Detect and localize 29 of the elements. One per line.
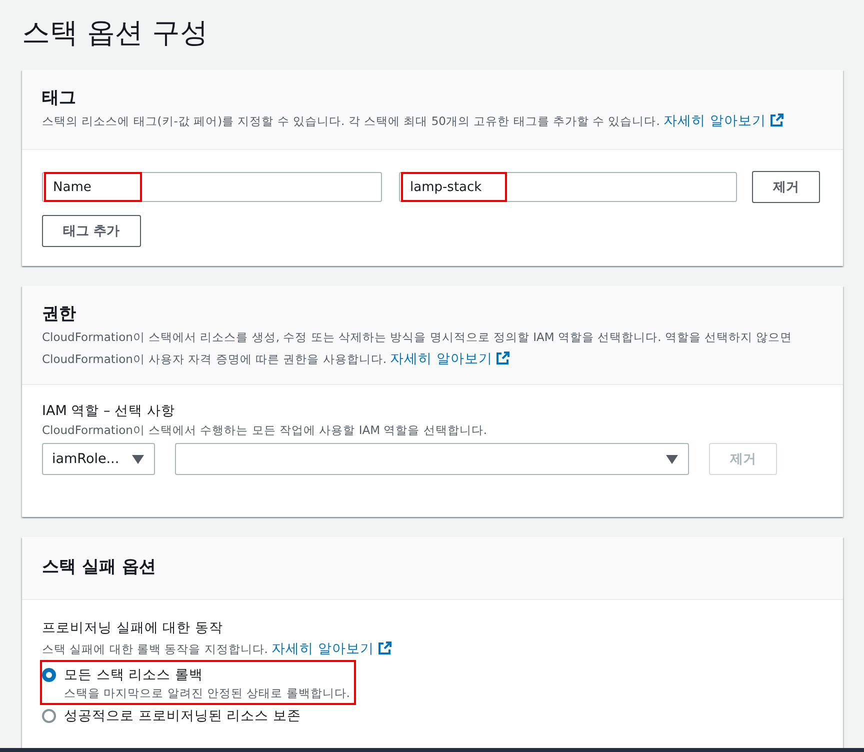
option-label: 성공적으로 프로비저닝된 리소스 보존 — [64, 707, 301, 726]
remove-button[interactable]: 제거 — [752, 171, 820, 203]
external-link-icon — [770, 113, 784, 127]
section-description: CloudFormation이 스택에서 리소스를 생성, 수정 또는 삭제하는 방식을 명시적으로 정의할 IAM 역할을 선택합니다. 역할을 선택하지 않으면 CloudFormation이 사용자 자격 증명에 따른 권한을 사용합니다. 자세히 알아보기 — [42, 329, 794, 369]
learn-more-link[interactable]: 자세히 알아보기 — [664, 113, 784, 129]
learn-more-link[interactable]: 자세히 알아보기 — [272, 641, 392, 657]
section-description: 스택의 리소스에 태그(키-값 페어)를 지정할 수 있습니다. 각 스택에 최대 50개의 고유한 태그를 추가할 수 있습니다. 자세히 알아보기 — [42, 110, 823, 132]
add-tag-button[interactable]: 태그 추가 — [42, 215, 141, 247]
radio-button[interactable] — [42, 709, 56, 723]
role-type-dropdown[interactable]: iamRole... — [42, 443, 155, 475]
external-link-icon — [496, 351, 510, 365]
option-label: 모든 스택 리소스 롤백 — [64, 666, 204, 685]
tag-value-field[interactable]: lamp-stack — [399, 172, 737, 202]
field-description: CloudFormation이 스택에서 수행하는 모든 작업에 사용할 IAM 역할을 선택합니다. — [42, 422, 488, 439]
radio-button[interactable] — [42, 668, 56, 682]
field-label: IAM 역할 – 선택 사항 — [42, 402, 176, 421]
learn-more-link[interactable]: 자세히 알아보기 — [390, 351, 510, 367]
caret-icon — [666, 454, 678, 464]
role-dropdown[interactable] — [175, 443, 689, 475]
field-label: 프로비저닝 실패에 대한 동작 — [42, 619, 224, 638]
tag-key-field[interactable]: Name — [42, 172, 382, 202]
section-title: 권한 — [42, 303, 77, 326]
caret-icon — [132, 454, 144, 464]
section-title: 스택 실패 옵션 — [42, 556, 157, 579]
page-title: 스택 옵션 구성 — [22, 15, 209, 51]
section-title: 태그 — [42, 87, 77, 110]
external-link-icon — [378, 641, 392, 655]
field-description: 스택 실패에 대한 롤백 동작을 지정합니다. 자세히 알아보기 — [42, 638, 823, 660]
option-description: 스택을 마지막으로 알려진 안정된 상태로 롤백합니다. — [64, 685, 350, 701]
